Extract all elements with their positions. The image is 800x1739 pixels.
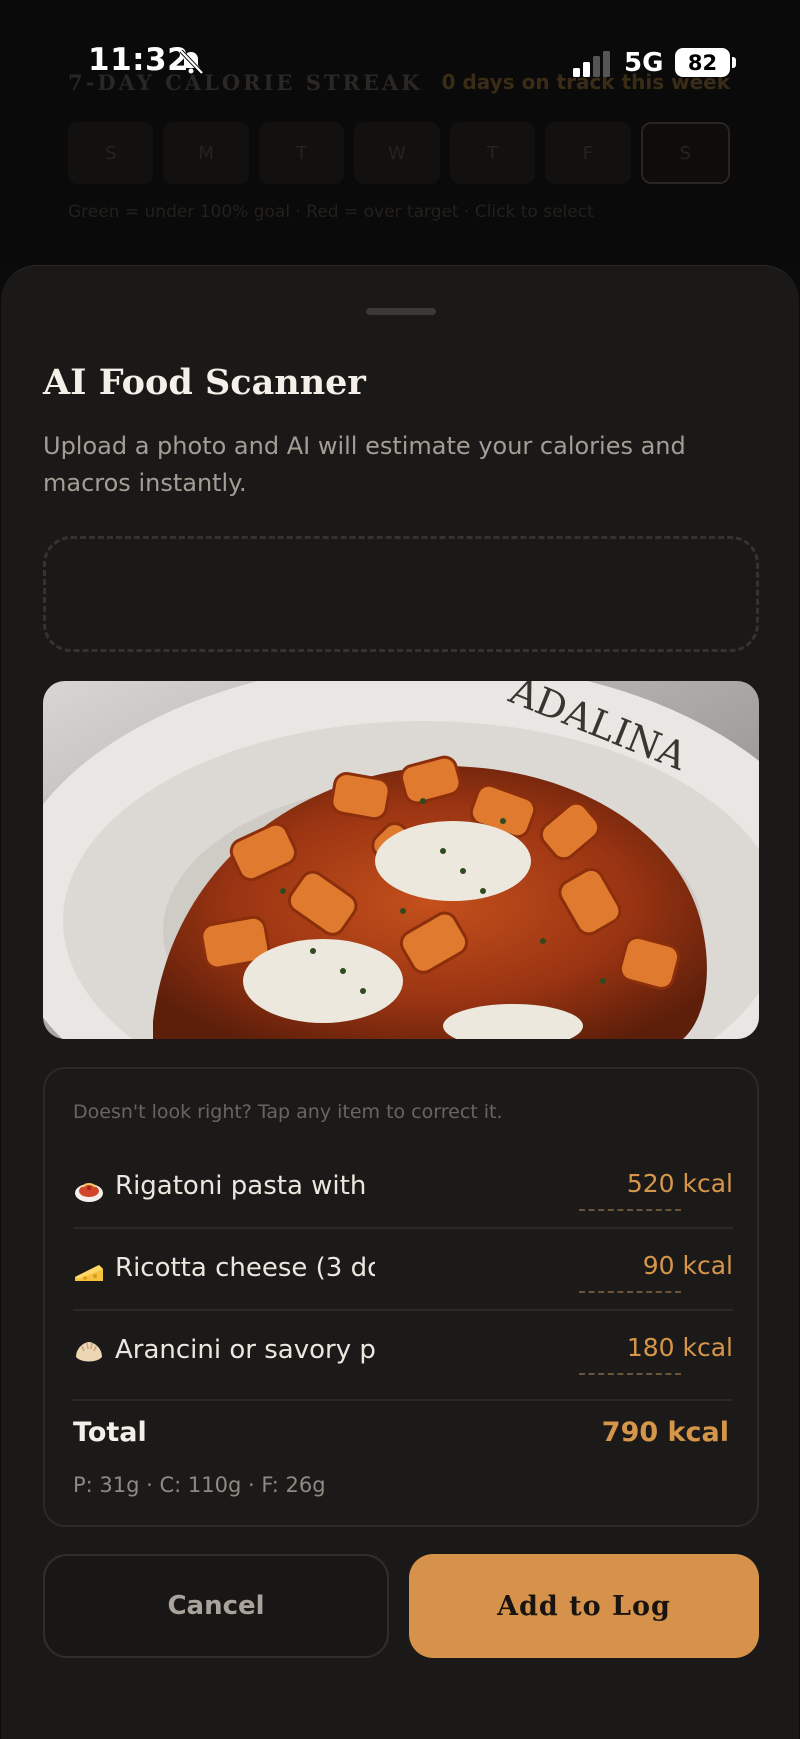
cancel-button[interactable]: Cancel [43, 1554, 389, 1658]
streak-days: S M T W T F S [68, 122, 730, 184]
battery-icon: 82 [675, 48, 736, 77]
streak-day: T [258, 122, 345, 184]
pasta-icon [75, 1183, 103, 1202]
total-kcal: 790 kcal [601, 1417, 729, 1448]
bell-muted-icon [179, 49, 204, 75]
food-item-name: Arancini or savory pastry [115, 1335, 375, 1365]
streak-day: W [354, 122, 440, 184]
streak-legend: Green = under 100% goal · Red = over tar… [68, 202, 594, 222]
streak-day: T [449, 122, 536, 184]
streak-day: S [68, 122, 154, 184]
network-type: 5G [624, 48, 664, 78]
macros-summary: P: 31g · C: 110g · F: 26g [73, 1473, 326, 1497]
pasta-plate-image: ADALINA [43, 681, 759, 1039]
food-item[interactable]: Arancini or savory pastry 180 kcal [73, 1311, 733, 1401]
dumpling-icon [76, 1342, 102, 1362]
sheet-subtitle: Upload a photo and AI will estimate your… [43, 432, 686, 497]
scan-results-card: Doesn't look right? Tap any item to corr… [43, 1067, 759, 1527]
food-item-kcal[interactable]: 520 kcal [627, 1169, 733, 1198]
kcal-edit-underline [579, 1373, 681, 1375]
kcal-edit-underline [579, 1291, 681, 1293]
sheet-title: AI Food Scanner [43, 362, 366, 403]
streak-day: F [545, 122, 631, 184]
total-label: Total [73, 1417, 147, 1448]
cheese-icon [75, 1265, 103, 1281]
battery-level: 82 [687, 50, 718, 75]
correction-hint: Doesn't look right? Tap any item to corr… [73, 1101, 503, 1123]
photo-upload-dropzone[interactable] [43, 536, 759, 652]
status-time: 11:32 [88, 42, 190, 78]
streak-day-today: S [640, 122, 730, 184]
food-scanner-sheet: AI Food Scanner Upload a photo and AI wi… [1, 265, 799, 1739]
streak-day: M [163, 122, 249, 184]
food-item-kcal[interactable]: 90 kcal [643, 1251, 733, 1280]
food-item[interactable]: Ricotta cheese (3 dollops) 90 kcal [73, 1229, 733, 1311]
food-item-kcal[interactable]: 180 kcal [627, 1333, 733, 1362]
food-item-name: Ricotta cheese (3 dollops) [115, 1253, 375, 1283]
food-item[interactable]: Rigatoni pasta with tomato sauce 520 kca… [73, 1147, 733, 1229]
kcal-edit-underline [579, 1209, 681, 1211]
food-photo: ADALINA [43, 681, 759, 1039]
status-bar: 11:32 5G 82 [0, 0, 800, 78]
add-to-log-button[interactable]: Add to Log [409, 1554, 759, 1658]
signal-icon [573, 51, 610, 77]
sheet-drag-handle[interactable] [366, 308, 436, 315]
food-item-name: Rigatoni pasta with tomato sauce [115, 1171, 375, 1201]
